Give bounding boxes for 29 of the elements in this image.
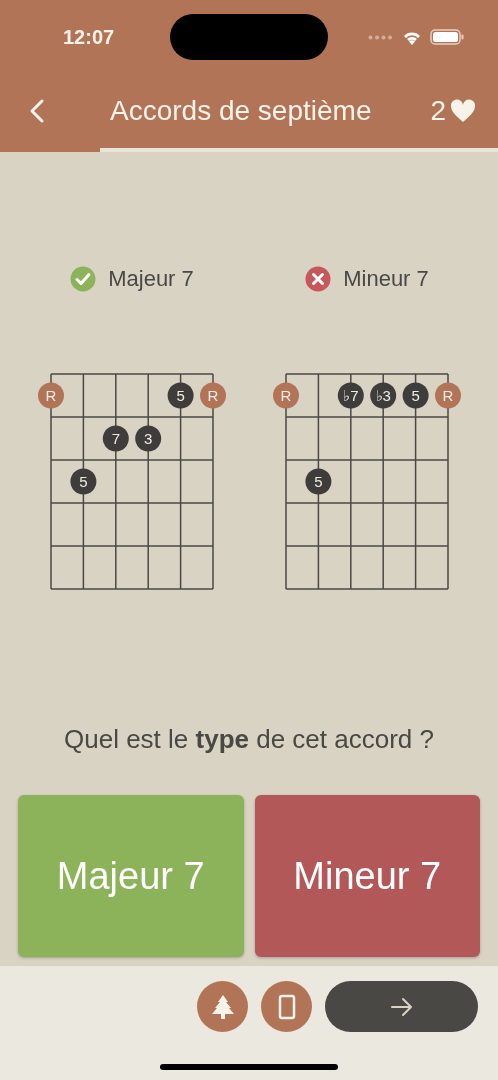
lives-count: 2 bbox=[430, 95, 446, 127]
note-dot: ♭7 bbox=[337, 382, 364, 409]
tree-button[interactable] bbox=[197, 981, 248, 1032]
tree-icon bbox=[210, 993, 235, 1020]
root-dot: R bbox=[435, 382, 461, 409]
heart-icon bbox=[450, 99, 476, 123]
chord-name: Majeur 7 bbox=[108, 266, 194, 292]
answer-button[interactable]: Majeur 7 bbox=[18, 795, 244, 957]
battery-icon bbox=[430, 29, 464, 45]
note-dot: 5 bbox=[305, 468, 332, 495]
note-dot: 5 bbox=[70, 468, 97, 495]
note-dot: ♭3 bbox=[370, 382, 397, 409]
arrow-right-icon bbox=[390, 996, 413, 1017]
root-dot: R bbox=[200, 382, 226, 409]
next-button[interactable] bbox=[325, 981, 478, 1032]
phone-button[interactable] bbox=[261, 981, 312, 1032]
note-dot: 3 bbox=[135, 425, 162, 452]
root-dot: R bbox=[273, 382, 299, 409]
chord-name: Mineur 7 bbox=[343, 266, 429, 292]
phone-icon bbox=[277, 993, 296, 1020]
question-text: Quel est le type de cet accord ? bbox=[63, 724, 435, 755]
note-dot: 5 bbox=[402, 382, 429, 409]
signal-icon bbox=[368, 34, 394, 40]
answer-button[interactable]: Mineur 7 bbox=[254, 795, 480, 957]
status-time: 12:07 bbox=[63, 25, 116, 49]
root-dot: R bbox=[38, 382, 64, 409]
screen-title: Accords de septième bbox=[110, 95, 372, 127]
note-dot: 5 bbox=[167, 382, 194, 409]
note-dot: 7 bbox=[102, 425, 129, 452]
